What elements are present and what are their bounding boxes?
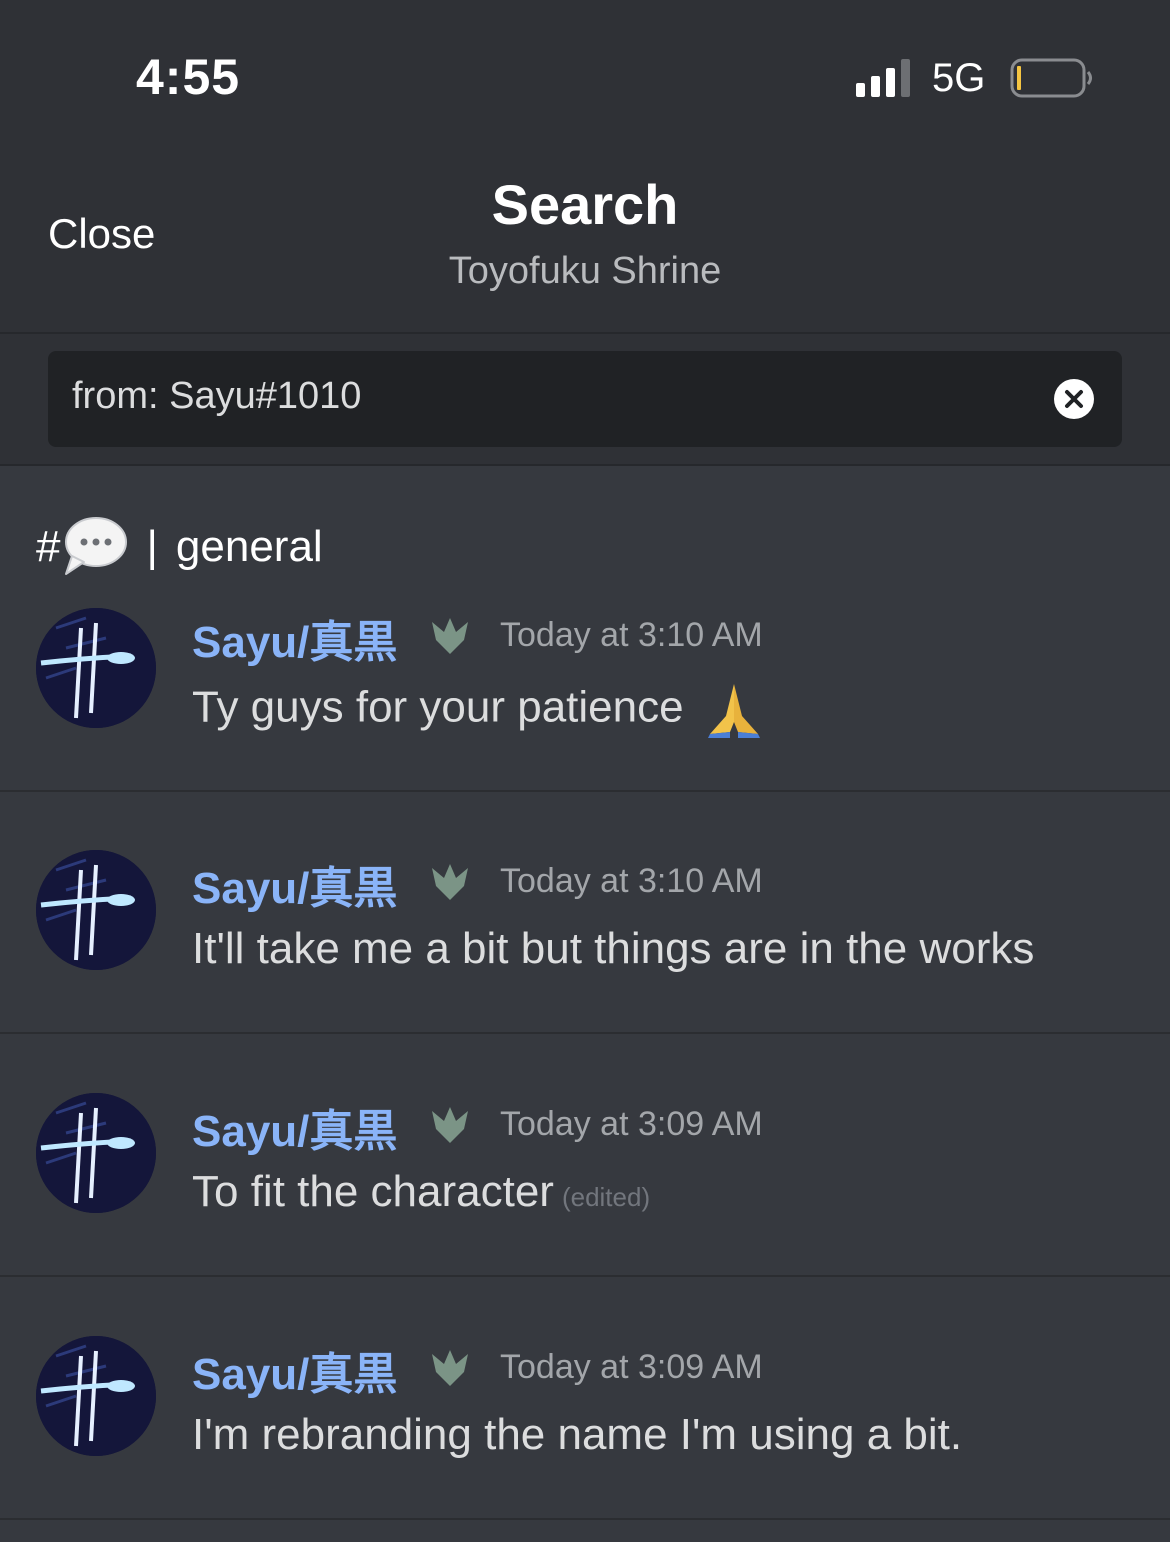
message-content: To fit the character (edited) <box>192 1167 650 1217</box>
search-result-message[interactable]: Sayu/真黒 Today at 3:10 AM Ty guys for you… <box>0 548 1170 792</box>
battery-icon <box>1010 58 1092 98</box>
search-result-message[interactable]: Sayu/真黒 Today at 3:09 AM To fit the char… <box>0 1033 1170 1277</box>
avatar[interactable] <box>36 608 156 728</box>
message-content: Ty guys for your patience <box>192 680 764 740</box>
author-name[interactable]: Sayu/真黒 <box>192 606 397 670</box>
avatar-image <box>36 1093 156 1213</box>
message-timestamp: Today at 3:10 AM <box>500 862 763 900</box>
server-name: Toyofuku Shrine <box>448 250 722 292</box>
status-time: 4:55 <box>136 49 241 105</box>
avatar[interactable] <box>36 1093 156 1213</box>
network-type: 5G <box>932 56 986 100</box>
message-timestamp: Today at 3:10 AM <box>500 616 763 654</box>
avatar[interactable] <box>36 850 156 970</box>
role-icon <box>432 864 468 900</box>
avatar-image <box>36 850 156 970</box>
message-text: It'll take me a bit but things are in th… <box>192 924 1035 973</box>
search-input[interactable]: from: Sayu#1010 <box>48 351 1122 447</box>
avatar-image <box>36 1336 156 1456</box>
clear-icon <box>1065 390 1083 408</box>
message-timestamp: Today at 3:09 AM <box>500 1105 763 1143</box>
message-timestamp: Today at 3:09 AM <box>500 1348 763 1386</box>
message-text: To fit the character <box>192 1167 554 1216</box>
avatar-image <box>36 608 156 728</box>
search-bar: from: Sayu#1010 <box>0 334 1170 466</box>
role-icon <box>432 1350 468 1386</box>
page-title: Search <box>491 173 679 236</box>
role-icon <box>432 618 468 654</box>
signal-icon <box>856 59 910 97</box>
search-query[interactable]: from: Sayu#1010 <box>72 375 361 418</box>
clear-search-button[interactable] <box>1054 379 1094 419</box>
author-name[interactable]: Sayu/真黒 <box>192 1095 397 1159</box>
author-name[interactable]: Sayu/真黒 <box>192 1338 397 1402</box>
search-result-message[interactable]: Sayu/真黒 Today at 3:10 AM It'll take me a… <box>0 790 1170 1034</box>
top-bar: 4:55 5G Close Search Toyofuku Shrine <box>0 0 1170 334</box>
role-icon <box>432 1107 468 1143</box>
message-text: I'm rebranding the name I'm using a bit. <box>192 1410 963 1459</box>
folded-hands-icon <box>707 684 760 738</box>
edited-label: (edited) <box>561 1182 651 1212</box>
search-result-message[interactable]: Sayu/真黒 Today at 3:09 AM I'm rebranding … <box>0 1276 1170 1520</box>
avatar[interactable] <box>36 1336 156 1456</box>
message-text: Ty guys for your patience <box>192 682 684 732</box>
author-name[interactable]: Sayu/真黒 <box>192 852 397 916</box>
